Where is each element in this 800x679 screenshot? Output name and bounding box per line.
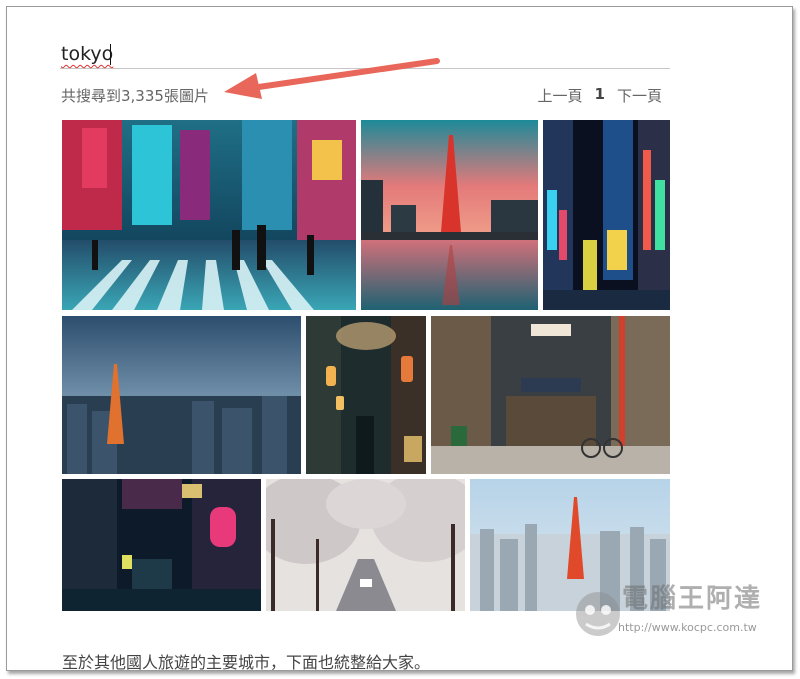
- watermark-url: http://www.kocpc.com.tw: [618, 621, 757, 634]
- image-thumbnail-storefront[interactable]: [431, 316, 670, 474]
- current-page-number: 1: [594, 85, 605, 103]
- image-thumbnail-shibuya-crossing[interactable]: [62, 120, 356, 310]
- image-thumbnail-lantern-alley[interactable]: [306, 316, 426, 474]
- result-count-text: 共搜尋到3,335張圖片: [61, 87, 209, 105]
- image-thumbnail-cherry-blossom-street[interactable]: [266, 479, 465, 611]
- article-caption: 至於其他國人旅遊的主要城市，下面也統整給大家。: [62, 653, 431, 672]
- image-thumbnail-shinjuku-night[interactable]: [543, 120, 670, 310]
- text-caret: [110, 44, 111, 65]
- next-page-link[interactable]: 下一頁: [617, 85, 662, 106]
- annotation-arrow: [224, 58, 440, 99]
- image-thumbnail-tokyo-skyline-dusk[interactable]: [62, 316, 301, 474]
- search-query-text: tokyo: [61, 43, 114, 65]
- watermark-title: 電腦王阿達: [622, 584, 763, 614]
- image-thumbnail-neon-alley[interactable]: [62, 479, 261, 611]
- watermark-logo: 電腦王阿達 http://www.kocpc.com.tw: [570, 576, 786, 642]
- prev-page-link[interactable]: 上一頁: [538, 85, 583, 106]
- image-thumbnail-tokyo-tower-reflection[interactable]: [361, 120, 538, 310]
- pagination: 上一頁 1 下一頁: [538, 85, 662, 106]
